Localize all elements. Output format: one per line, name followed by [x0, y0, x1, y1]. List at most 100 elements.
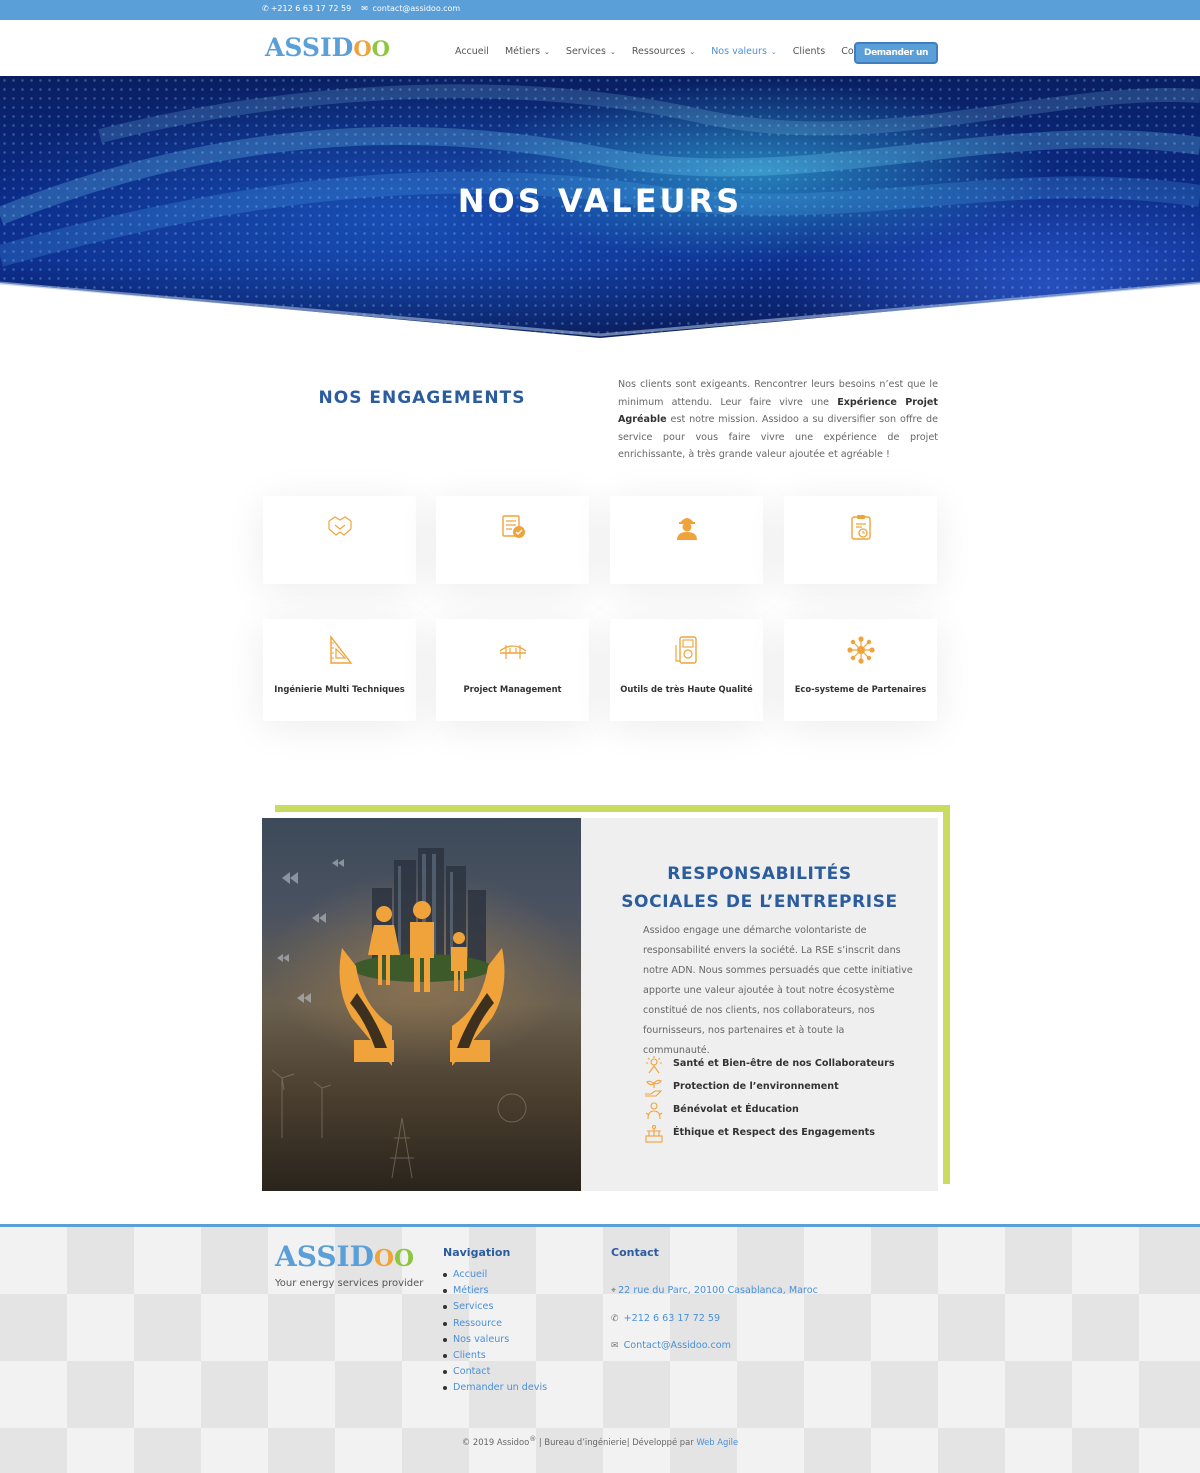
engagement-card[interactable]: Outils de très Haute Qualité — [610, 619, 763, 721]
wellbeing-icon — [646, 1056, 662, 1074]
engagement-card[interactable]: Ingénierie Multi Techniques — [263, 619, 416, 721]
rse-list-label: Protection de l’environnement — [673, 1081, 839, 1092]
footer-email[interactable]: ✉ Contact@Assidoo.com — [611, 1340, 731, 1351]
footer-email-text: Contact@Assidoo.com — [623, 1340, 731, 1351]
engagement-card[interactable]: Project Management — [436, 619, 589, 721]
checklist-icon — [436, 513, 589, 545]
nav-label: Clients — [792, 46, 826, 57]
hero-banner: NOS VALEURS — [0, 76, 1200, 338]
engagement-card[interactable]: Eco-systeme de Partenaires — [784, 619, 937, 721]
chevron-down-icon: ⌄ — [689, 48, 696, 56]
topbar-email[interactable]: ✉ contact@assidoo.com — [361, 4, 460, 13]
footer-nav-list: Accueil Métiers Services Ressource Nos v… — [443, 1267, 547, 1397]
footer-link-accueil[interactable]: Accueil — [443, 1267, 547, 1283]
rse-list-item: Éthique et Respect des Engagements — [643, 1124, 923, 1147]
mail-icon: ✉ — [361, 4, 368, 13]
nav-item-metiers[interactable]: Métiers ⌄ — [505, 46, 550, 57]
footer-link-nos-valeurs[interactable]: Nos valeurs — [443, 1332, 547, 1348]
logo-text: ASSID — [265, 33, 354, 62]
main-nav: Accueil Métiers ⌄ Services ⌄ Ressources ⌄ N… — [455, 46, 894, 57]
hero-bottom-divider — [0, 281, 1200, 338]
engagement-card[interactable] — [610, 496, 763, 584]
logo-o-green: O — [393, 1245, 415, 1272]
site-footer: ASSIDOO Your energy services provider Na… — [0, 1224, 1200, 1473]
nav-label: Métiers — [504, 46, 541, 57]
site-header: ASSIDOO Accueil Métiers ⌄ Services ⌄ Resso… — [0, 20, 1200, 76]
nav-label: Accueil — [455, 46, 489, 57]
footer-address[interactable]: ⌖ 22 rue du Parc, 20100 Casablanca, Maroc — [611, 1285, 818, 1296]
engagement-card[interactable] — [263, 496, 416, 584]
footer-link-metiers[interactable]: Métiers — [443, 1283, 547, 1299]
chevron-down-icon: ⌄ — [770, 48, 777, 56]
rse-list: Santé et Bien-être de nos Collaborateurs… — [643, 1055, 923, 1147]
chevron-down-icon: ⌄ — [544, 48, 550, 56]
footer-link-ressource[interactable]: Ressource — [443, 1316, 547, 1332]
plant-hand-icon — [645, 1079, 663, 1097]
rse-title: RESPONSABILITÉS SOCIALES DE L’ENTREPRISE — [581, 860, 938, 916]
footer-link-services[interactable]: Services — [443, 1299, 547, 1315]
network-icon — [784, 636, 937, 668]
nav-label: Nos valeurs — [711, 46, 767, 57]
rse-list-item: Bénévolat et Éducation — [643, 1101, 923, 1124]
card-label: Ingénierie Multi Techniques — [274, 684, 405, 694]
top-bar: ✆ +212 6 63 17 72 59 ✉ contact@assidoo.co… — [0, 0, 1200, 20]
footer-tagline: Your energy services provider — [275, 1278, 424, 1289]
rse-text: Assidoo engage une démarche volontariste… — [643, 925, 913, 1056]
logo-o-green: O — [371, 36, 390, 61]
ruler-triangle-icon — [263, 634, 416, 669]
nav-item-accueil[interactable]: Accueil — [455, 46, 489, 57]
footer-link-contact[interactable]: Contact — [443, 1364, 547, 1380]
credit-link[interactable]: Web Agile — [696, 1437, 738, 1447]
rse-list-label: Bénévolat et Éducation — [673, 1104, 799, 1115]
copyright-prefix: © 2019 Assidoo — [461, 1436, 530, 1447]
rse-list-label: Santé et Bien-être de nos Collaborateurs — [673, 1058, 895, 1069]
multimeter-icon — [610, 635, 763, 669]
footer-logo[interactable]: ASSIDOO — [275, 1242, 414, 1274]
logo-text: ASSID — [275, 1240, 374, 1273]
volunteer-icon — [645, 1102, 663, 1120]
topbar-email-text: contact@assidoo.com — [372, 4, 461, 13]
footer-link-devis[interactable]: Demander un devis — [443, 1380, 547, 1396]
footer-contact-title: Contact — [611, 1246, 659, 1259]
rse-title-line: SOCIALES DE L’ENTREPRISE — [621, 892, 898, 912]
engagements-text: Nos clients sont exigeants. Rencontrer l… — [618, 376, 938, 464]
logo-o-orange: O — [353, 36, 372, 61]
copyright: © 2019 Assidoo® | Bureau d’ingénierie| D… — [0, 1435, 1200, 1447]
rse-list-item: Santé et Bien-être de nos Collaborateurs — [643, 1055, 923, 1078]
request-quote-button[interactable]: Demander un devis — [854, 42, 938, 76]
topbar-phone[interactable]: ✆ +212 6 63 17 72 59 — [262, 4, 351, 13]
engagement-card[interactable] — [436, 496, 589, 584]
nav-item-nos-valeurs[interactable]: Nos valeurs ⌄ — [711, 46, 777, 57]
footer-link-clients[interactable]: Clients — [443, 1348, 547, 1364]
nav-label: Ressources — [631, 46, 686, 57]
card-label: Outils de très Haute Qualité — [620, 684, 753, 694]
card-label: Eco-systeme de Partenaires — [794, 684, 927, 694]
map-pin-icon: ⌖ — [611, 1286, 617, 1296]
bridge-icon — [436, 639, 589, 665]
nav-item-clients[interactable]: Clients — [793, 46, 825, 57]
copyright-suffix: | Bureau d’ingénierie| Développé par — [536, 1436, 697, 1447]
site-logo[interactable]: ASSIDOO — [265, 34, 390, 63]
nav-item-services[interactable]: Services ⌄ — [566, 46, 616, 57]
ethics-icon — [645, 1124, 663, 1143]
rse-list-label: Éthique et Respect des Engagements — [673, 1127, 875, 1138]
engineer-icon — [610, 513, 763, 545]
mail-icon: ✉ — [611, 1341, 619, 1351]
clipboard-clock-icon — [784, 513, 937, 545]
card-label: Project Management — [463, 684, 562, 694]
footer-phone[interactable]: ✆ +212 6 63 17 72 59 — [611, 1313, 720, 1324]
engagement-card[interactable] — [784, 496, 937, 584]
topbar-phone-text: +212 6 63 17 72 59 — [270, 4, 352, 13]
footer-phone-text: +212 6 63 17 72 59 — [623, 1313, 721, 1324]
nav-item-ressources[interactable]: Ressources ⌄ — [632, 46, 695, 57]
logo-o-orange: O — [373, 1245, 394, 1272]
chevron-down-icon: ⌄ — [609, 48, 616, 56]
rse-illustration — [262, 818, 581, 1191]
footer-nav-title: Navigation — [443, 1246, 511, 1259]
engagements-text-part: est notre mission. Assidoo a su diversif… — [618, 414, 938, 460]
rse-list-item: Protection de l’environnement — [643, 1078, 923, 1101]
phone-icon: ✆ — [262, 4, 269, 13]
page-title: NOS VALEURS — [457, 182, 743, 220]
phone-icon: ✆ — [611, 1314, 619, 1324]
nav-label: Services — [565, 46, 606, 57]
